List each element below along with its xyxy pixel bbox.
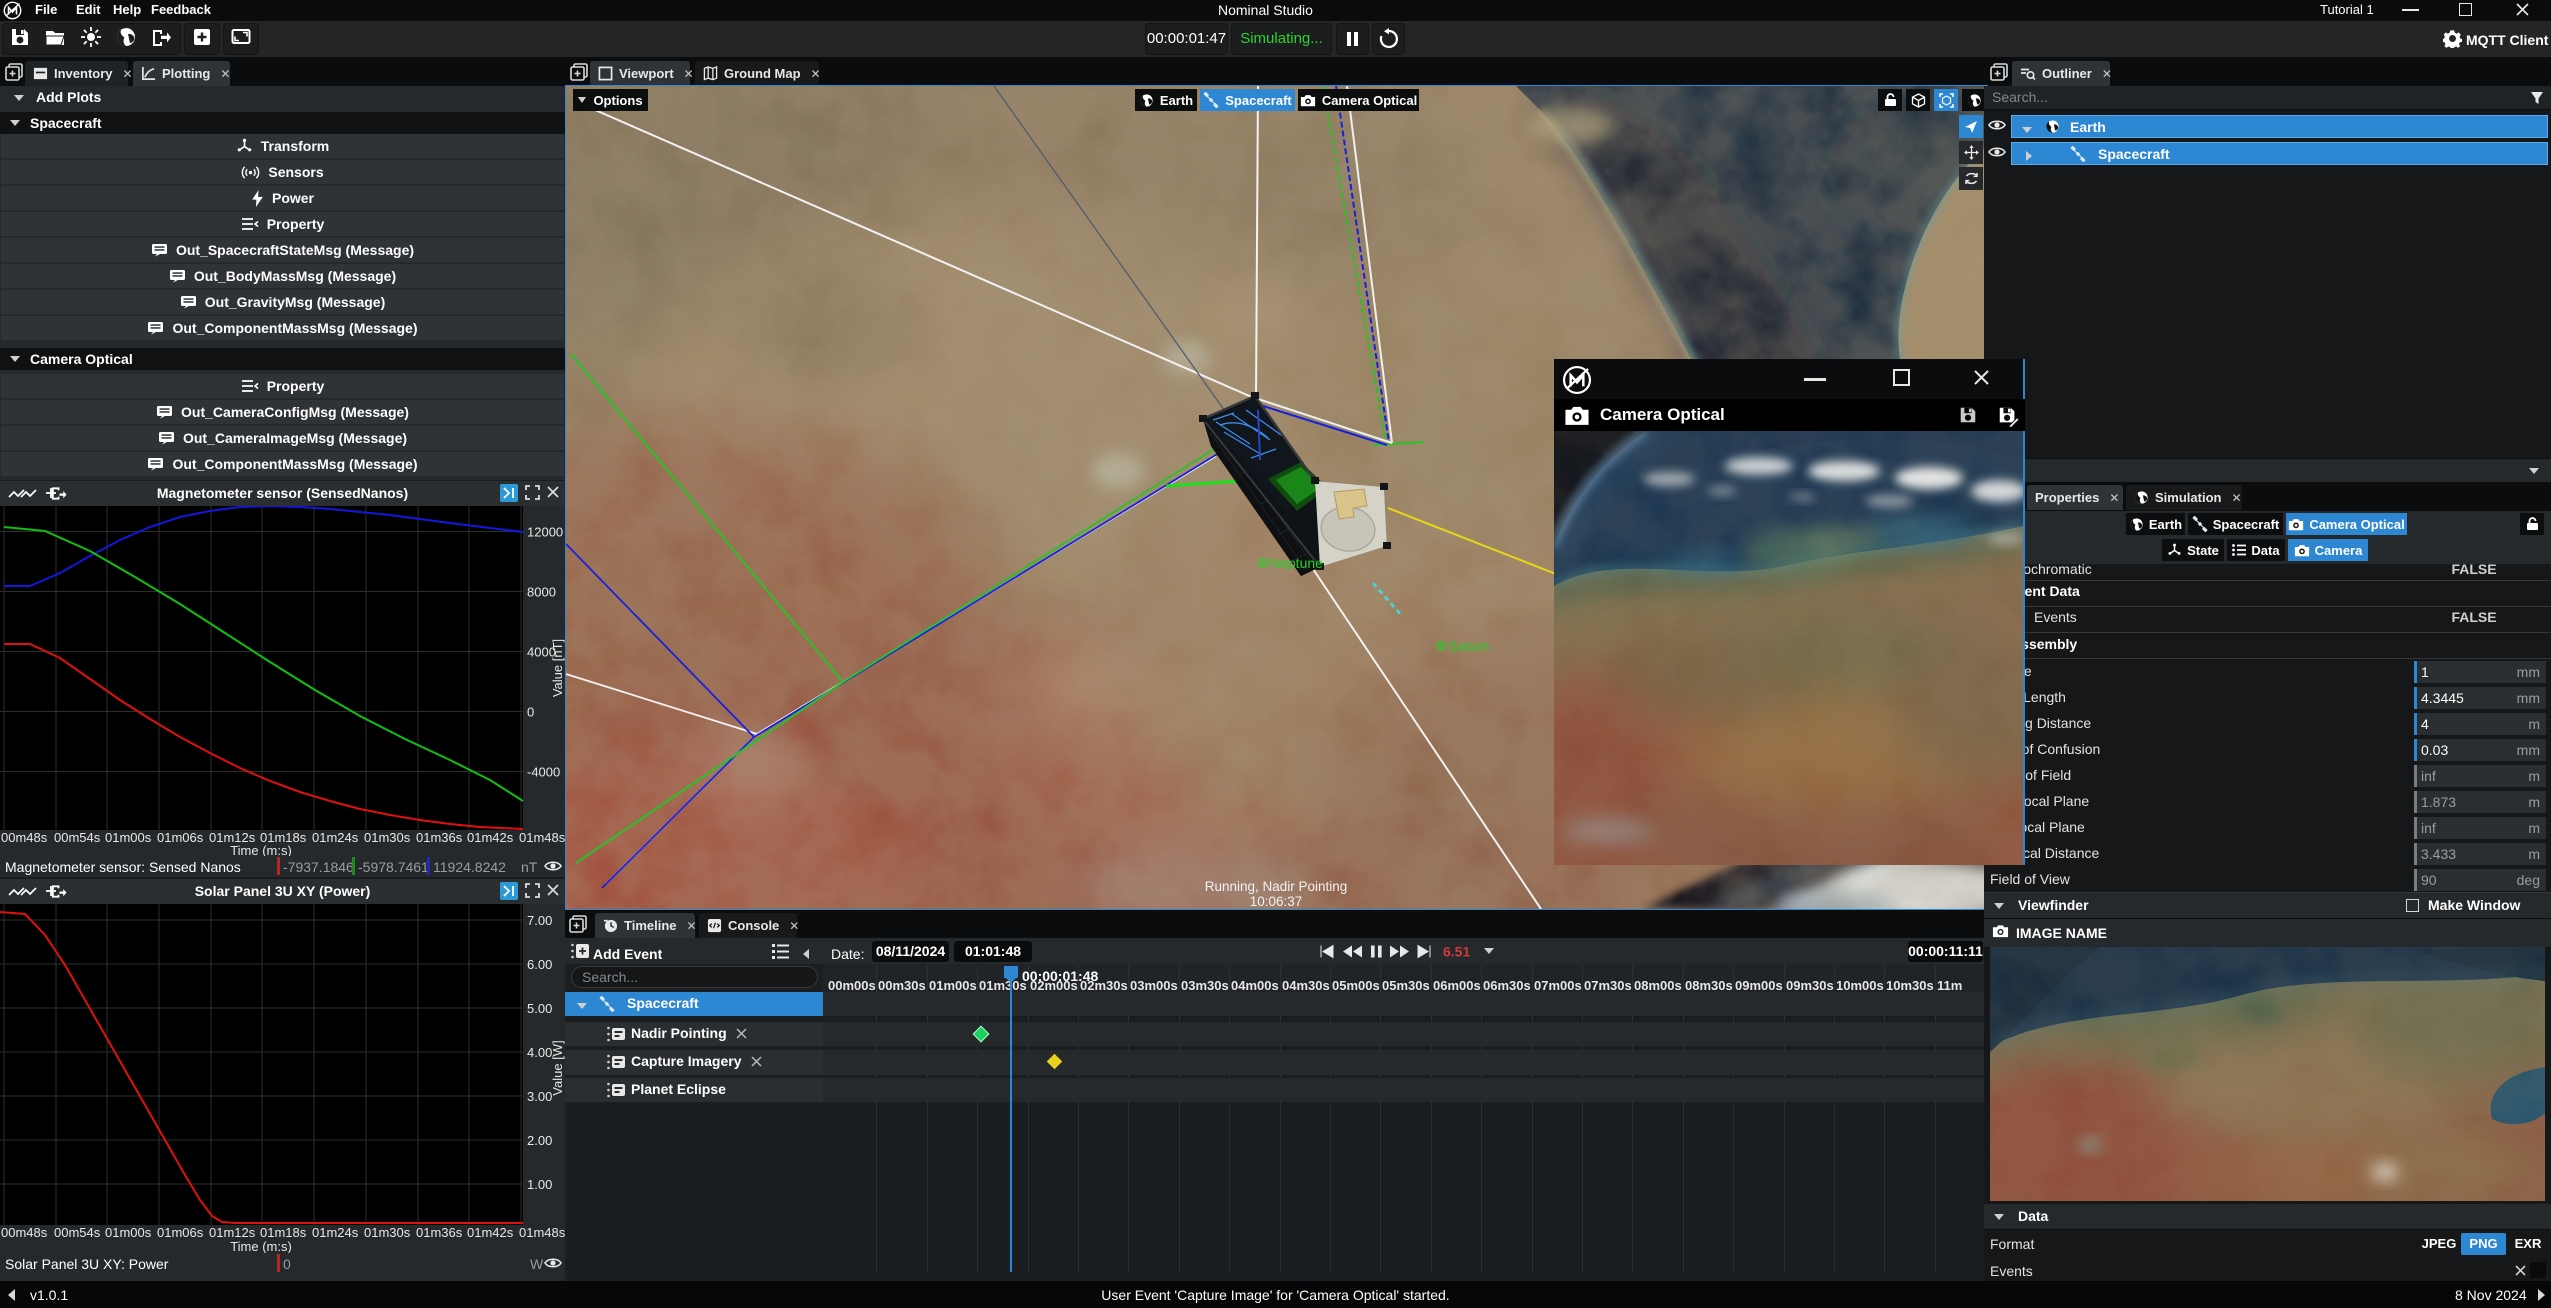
svg-text:7.00: 7.00 xyxy=(527,913,552,928)
svg-text:01m06s: 01m06s xyxy=(157,1225,204,1240)
svg-text:Saturn: Saturn xyxy=(1448,638,1489,654)
svg-text:01m36s: 01m36s xyxy=(416,830,463,845)
svg-text:01m12s: 01m12s xyxy=(209,1225,256,1240)
svg-text:3.00: 3.00 xyxy=(527,1089,552,1104)
svg-text:Neptune: Neptune xyxy=(1270,555,1323,571)
svg-text:01m24s: 01m24s xyxy=(312,830,359,845)
svg-text:00m54s: 00m54s xyxy=(54,1225,101,1240)
svg-text:01m42s: 01m42s xyxy=(467,1225,514,1240)
svg-text:00m54s: 00m54s xyxy=(54,830,101,845)
svg-text:Value [nT]: Value [nT] xyxy=(550,639,565,697)
svg-text:01m48s: 01m48s xyxy=(519,830,565,845)
svg-text:4.00: 4.00 xyxy=(527,1045,552,1060)
svg-text:6.00: 6.00 xyxy=(527,957,552,972)
svg-text:Running, Nadir Pointing: Running, Nadir Pointing xyxy=(1205,879,1348,894)
svg-text:00m48s: 00m48s xyxy=(1,1225,48,1240)
svg-text:Value [W]: Value [W] xyxy=(550,1040,565,1095)
svg-text:01m06s: 01m06s xyxy=(157,830,204,845)
svg-text:01m00s: 01m00s xyxy=(105,1225,152,1240)
svg-text:01m18s: 01m18s xyxy=(260,1225,307,1240)
svg-text:2.00: 2.00 xyxy=(527,1133,552,1148)
svg-text:0: 0 xyxy=(527,705,534,720)
svg-text:01m24s: 01m24s xyxy=(312,1225,359,1240)
svg-text:01m36s: 01m36s xyxy=(416,1225,463,1240)
svg-text:01m48s: 01m48s xyxy=(519,1225,565,1240)
svg-text:6.51: 6.51 xyxy=(1443,944,1470,959)
svg-text:Time (m:s): Time (m:s) xyxy=(230,843,292,856)
svg-text:5.00: 5.00 xyxy=(527,1001,552,1016)
svg-text:01m30s: 01m30s xyxy=(364,830,411,845)
svg-text:8000: 8000 xyxy=(527,585,556,600)
svg-text:12000: 12000 xyxy=(527,525,563,540)
svg-text:Time (m:s): Time (m:s) xyxy=(230,1239,292,1253)
svg-text:01m00s: 01m00s xyxy=(105,830,152,845)
svg-text:-4000: -4000 xyxy=(527,765,560,780)
svg-text:1.00: 1.00 xyxy=(527,1177,552,1192)
svg-text:01m30s: 01m30s xyxy=(364,1225,411,1240)
svg-text:00m48s: 00m48s xyxy=(1,830,48,845)
svg-text:10:06:37: 10:06:37 xyxy=(1250,894,1303,909)
svg-text:01m42s: 01m42s xyxy=(467,830,514,845)
